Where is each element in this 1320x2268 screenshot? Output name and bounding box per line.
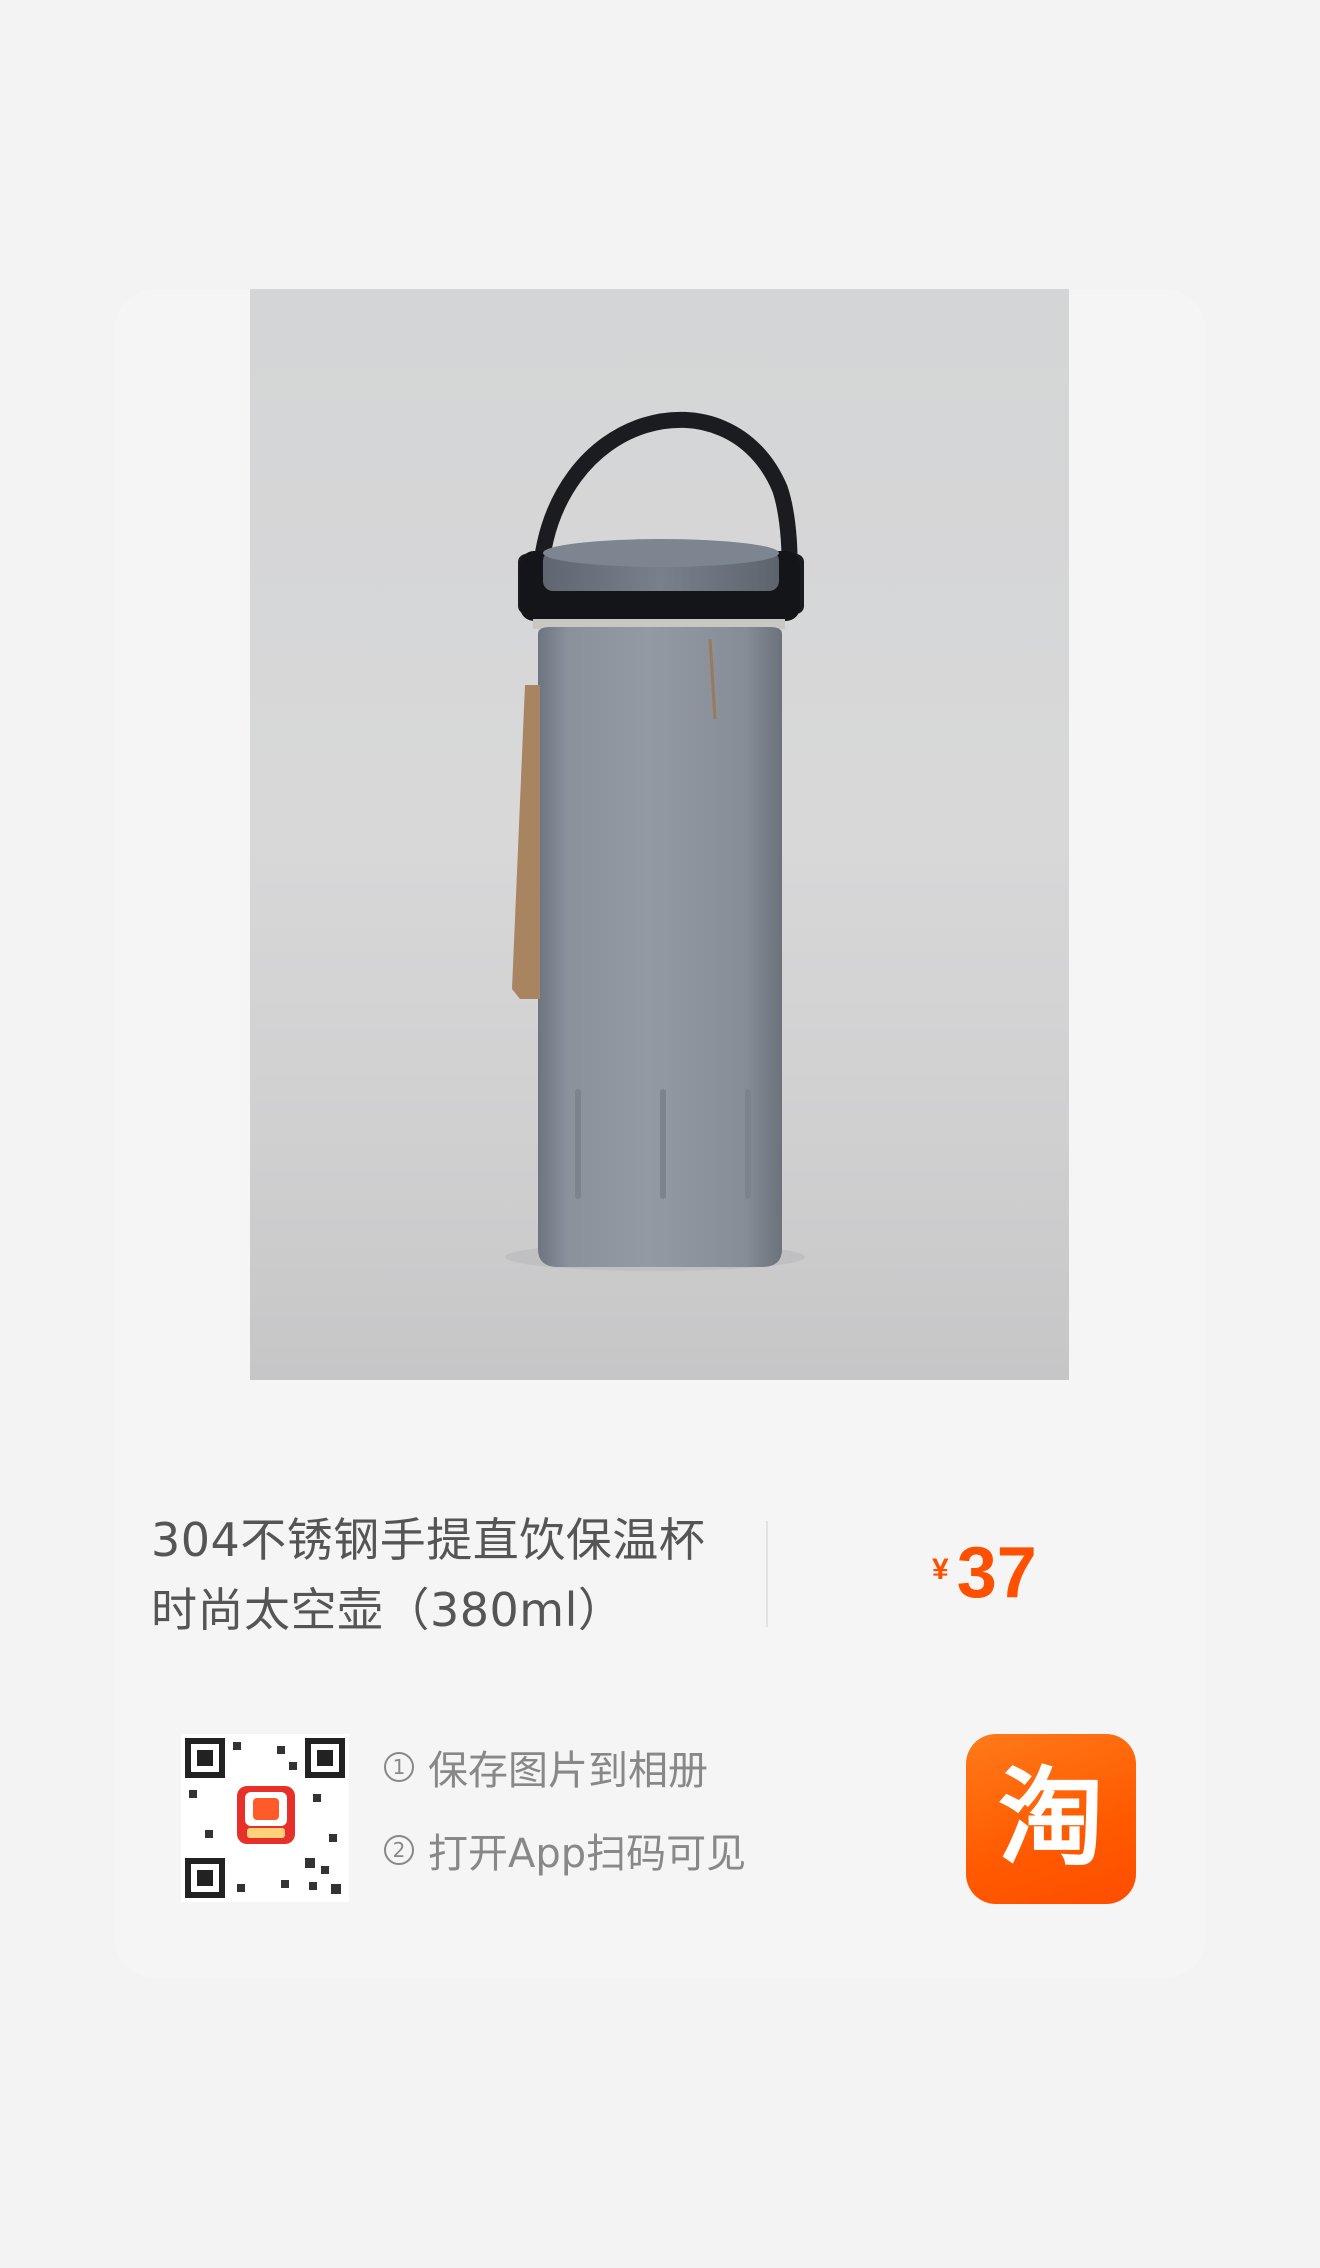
taobao-logo-glyph: 淘 bbox=[998, 1757, 1104, 1880]
currency-symbol: ¥ bbox=[932, 1553, 949, 1586]
product-title: 304不锈钢手提直饮保温杯 时尚太空壶（380ml） bbox=[151, 1505, 761, 1645]
product-title-line2: 时尚太空壶（380ml） bbox=[151, 1583, 625, 1637]
qr-code bbox=[181, 1734, 349, 1902]
product-image bbox=[250, 289, 1069, 1380]
step-1-number: 1 bbox=[384, 1752, 414, 1782]
instruction-step-2: 2 打开App扫码可见 bbox=[384, 1825, 746, 1877]
title-price-divider bbox=[766, 1521, 768, 1627]
step-1-text: 保存图片到相册 bbox=[428, 1748, 708, 1794]
step-2-text: 打开App扫码可见 bbox=[428, 1831, 747, 1877]
product-title-line1: 304不锈钢手提直饮保温杯 bbox=[151, 1513, 706, 1567]
taobao-app-icon[interactable]: 淘 bbox=[966, 1734, 1136, 1904]
price-value: 37 bbox=[956, 1533, 1037, 1613]
share-instructions: 1 保存图片到相册 2 打开App扫码可见 bbox=[384, 1742, 746, 1908]
product-share-card: 304不锈钢手提直饮保温杯 时尚太空壶（380ml） ¥37 1 保存图片到相册… bbox=[114, 289, 1206, 1978]
product-price: ¥37 bbox=[932, 1532, 1037, 1614]
step-2-number: 2 bbox=[384, 1835, 414, 1865]
instruction-step-1: 1 保存图片到相册 bbox=[384, 1742, 746, 1794]
